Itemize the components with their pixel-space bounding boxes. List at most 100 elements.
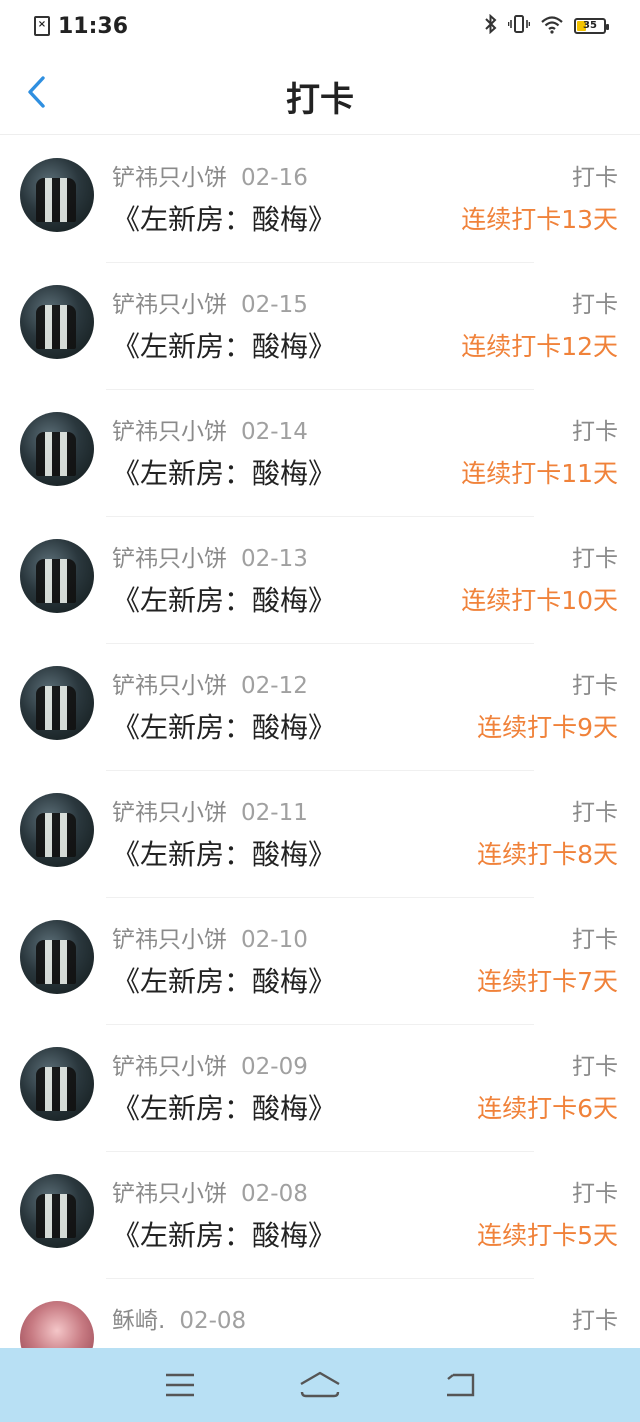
list-item[interactable]: 铲祎只小饼 02-09 《左新房：酸梅》 打卡连续打卡6天 [0, 1025, 640, 1152]
entry-date: 02-08 [179, 1308, 247, 1334]
book-title[interactable]: 《左新房：酸梅》 [112, 833, 336, 873]
avatar-figure [36, 559, 76, 603]
user-name[interactable]: 铲祎只小饼 [112, 546, 227, 572]
checkin-label: 打卡 [572, 546, 618, 572]
avatar[interactable] [20, 1047, 94, 1121]
user-name[interactable]: 稣崎. [112, 1308, 165, 1334]
book-title[interactable]: 《左新房：酸梅》 [112, 706, 336, 746]
user-name[interactable]: 铲祎只小饼 [112, 927, 227, 953]
avatar-figure [36, 432, 76, 476]
entry-meta: 铲祎只小饼 02-10 [112, 920, 308, 954]
book-title[interactable]: 《左新房：酸梅》 [112, 1214, 336, 1254]
entry-meta: 铲祎只小饼 02-13 [112, 539, 308, 573]
entry-meta: 铲祎只小饼 02-11 [112, 793, 308, 827]
navigation-bar [0, 1348, 640, 1422]
user-name[interactable]: 铲祎只小饼 [112, 1181, 227, 1207]
checkin-label: 打卡 [572, 165, 618, 191]
checkin-label: 打卡 [572, 673, 618, 699]
checkin-label: 打卡 [572, 800, 618, 826]
streak-label: 连续打卡11天 [461, 459, 618, 488]
battery-level: 35 [583, 20, 597, 31]
avatar[interactable] [20, 666, 94, 740]
book-title[interactable]: 《左新房：酸梅》 [112, 579, 336, 619]
back-nav-button[interactable] [430, 1360, 490, 1410]
checkin-label: 打卡 [572, 927, 618, 953]
checkin-list: 铲祎只小饼 02-16 《左新房：酸梅》 打卡 连续打卡13天 铲祎只小饼 02-15 《左新… [0, 136, 640, 1406]
user-name[interactable]: 铲祎只小饼 [112, 292, 227, 318]
chevron-left-icon [28, 76, 45, 108]
avatar[interactable] [20, 412, 94, 486]
book-title[interactable]: 《左新房：酸梅》 [112, 1087, 336, 1127]
entry-meta: 铲祎只小饼 02-08 [112, 1174, 308, 1208]
avatar[interactable] [20, 158, 94, 232]
user-name[interactable]: 铲祎只小饼 [112, 1054, 227, 1080]
checkin-label: 打卡 [572, 1308, 618, 1334]
entry-meta: 铲祎只小饼 02-15 [112, 285, 308, 319]
home-button[interactable] [290, 1360, 350, 1410]
wifi-icon [540, 14, 564, 39]
status-left: × 11:36 [34, 14, 128, 39]
entry-meta: 铲祎只小饼 02-16 [112, 158, 308, 192]
battery-icon: 35 [574, 18, 609, 34]
avatar[interactable] [20, 539, 94, 613]
checkin-label: 打卡 [572, 292, 618, 318]
list-item[interactable]: 铲祎只小饼 02-08 《左新房：酸梅》 打卡连续打卡5天 [0, 1152, 640, 1279]
list-item[interactable]: 铲祎只小饼 02-16 《左新房：酸梅》 打卡连续打卡13天 [0, 136, 640, 263]
entry-date: 02-11 [241, 800, 308, 826]
vibrate-icon [507, 14, 531, 39]
return-icon [447, 1373, 475, 1397]
book-title[interactable]: 《左新房：酸梅》 [112, 325, 336, 365]
avatar[interactable] [20, 285, 94, 359]
book-title[interactable]: 《左新房：酸梅》 [112, 452, 336, 492]
entry-date: 02-08 [241, 1181, 308, 1207]
entry-date: 02-13 [241, 546, 308, 572]
streak-label: 连续打卡13天 [461, 205, 618, 234]
entry-date: 02-09 [241, 1054, 308, 1080]
back-button[interactable] [14, 70, 58, 114]
avatar-figure [36, 686, 76, 730]
home-icon [300, 1371, 340, 1398]
book-title[interactable]: 《左新房：酸梅》 [112, 960, 336, 1000]
list-item[interactable]: 铲祎只小饼 02-13 《左新房：酸梅》 打卡 连续打卡10天 [0, 517, 640, 644]
bluetooth-icon [484, 13, 498, 39]
avatar[interactable] [20, 1174, 94, 1248]
list-item[interactable]: 铲祎只小饼 02-14 《左新房：酸梅》 打卡连续打卡11天 [0, 390, 640, 517]
book-title[interactable]: 《左新房：酸梅》 [112, 198, 336, 238]
header: 打卡 [0, 52, 640, 135]
checkin-label: 打卡 [572, 1054, 618, 1080]
avatar-figure [36, 305, 76, 349]
entry-meta: 铲祎只小饼 02-14 [112, 412, 308, 446]
entry-meta: 铲祎只小饼 02-09 [112, 1047, 308, 1081]
menu-button[interactable] [150, 1360, 210, 1410]
checkin-label: 打卡 [572, 1181, 618, 1207]
avatar-figure [36, 940, 76, 984]
avatar-figure [36, 1067, 76, 1111]
avatar-figure [36, 1194, 76, 1238]
status-right: 35 [484, 13, 609, 39]
user-name[interactable]: 铲祎只小饼 [112, 419, 227, 445]
entry-date: 02-16 [241, 165, 308, 191]
status-bar: × 11:36 35 [0, 0, 640, 52]
streak-label: 连续打卡9天 [477, 713, 618, 742]
no-sim-icon: × [34, 16, 50, 36]
avatar[interactable] [20, 920, 94, 994]
avatar-figure [36, 813, 76, 857]
entry-meta: 铲祎只小饼 02-12 [112, 666, 308, 700]
streak-label: 连续打卡6天 [477, 1094, 618, 1123]
checkin-label: 打卡 [572, 419, 618, 445]
user-name[interactable]: 铲祎只小饼 [112, 800, 227, 826]
entry-meta: 稣崎. 02-08 [112, 1301, 246, 1335]
list-item[interactable]: 铲祎只小饼 02-11 《左新房：酸梅》 打卡连续打卡8天 [0, 771, 640, 898]
user-name[interactable]: 铲祎只小饼 [112, 165, 227, 191]
page-title: 打卡 [286, 80, 354, 120]
avatar[interactable] [20, 793, 94, 867]
list-item[interactable]: 铲祎只小饼 02-15 《左新房：酸梅》 打卡连续打卡12天 [0, 263, 640, 390]
streak-label: 连续打卡5天 [477, 1221, 618, 1250]
streak-label: 连续打卡12天 [461, 332, 618, 361]
entry-date: 02-10 [241, 927, 308, 953]
streak-label: 连续打卡8天 [477, 840, 618, 869]
avatar-figure [36, 178, 76, 222]
list-item[interactable]: 铲祎只小饼 02-10 《左新房：酸梅》 打卡 连续打卡7天 [0, 898, 640, 1025]
user-name[interactable]: 铲祎只小饼 [112, 673, 227, 699]
list-item[interactable]: 铲祎只小饼 02-12 《左新房：酸梅》 打卡连续打卡9天 [0, 644, 640, 771]
